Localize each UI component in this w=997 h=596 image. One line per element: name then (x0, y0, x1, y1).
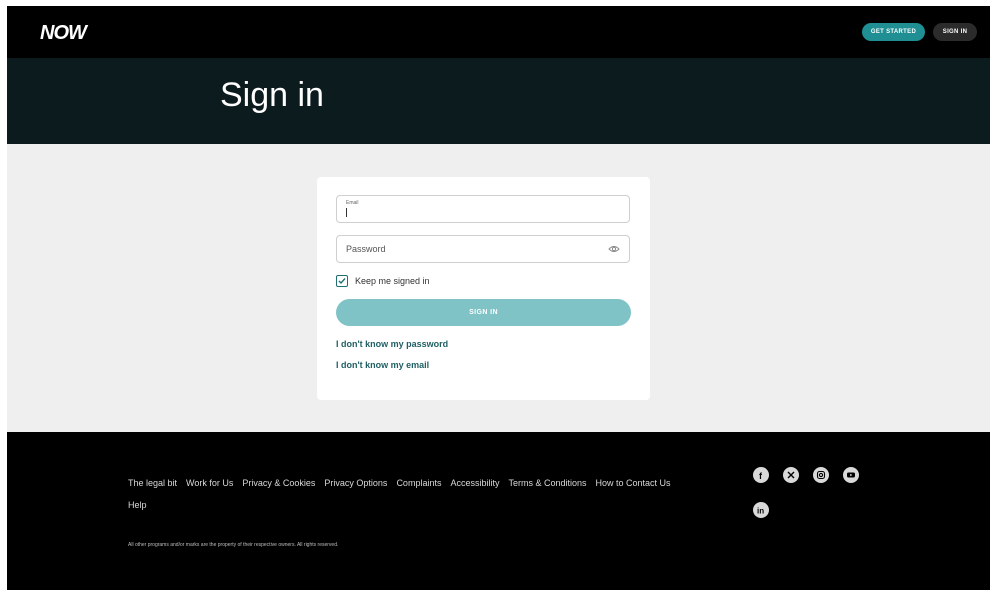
footer-link-terms[interactable]: Terms & Conditions (508, 478, 586, 488)
forgot-password-link[interactable]: I don't know my password (336, 339, 448, 349)
linkedin-icon[interactable]: in (753, 502, 769, 518)
x-icon[interactable] (783, 467, 799, 483)
password-placeholder: Password (346, 244, 386, 254)
sign-in-button[interactable]: SIGN IN (336, 299, 631, 326)
password-field[interactable]: Password (336, 235, 630, 263)
svg-text:f: f (759, 471, 763, 480)
sign-in-nav-button[interactable]: SIGN IN (933, 23, 977, 41)
footer-link-complaints[interactable]: Complaints (396, 478, 441, 488)
footer-link-privacy-options[interactable]: Privacy Options (324, 478, 387, 488)
now-logo[interactable]: NOW (40, 20, 100, 44)
footer-link-help[interactable]: Help (128, 500, 147, 510)
sign-in-card: Email Password Keep me signed in SIGN IN… (317, 177, 650, 400)
footer-links: The legal bit Work for Us Privacy & Cookie… (128, 472, 748, 516)
youtube-icon[interactable] (843, 467, 859, 483)
svg-text:NOW: NOW (40, 22, 89, 44)
forgot-email-link[interactable]: I don't know my email (336, 360, 429, 370)
get-started-button[interactable]: GET STARTED (862, 23, 925, 41)
keep-signed-in-label: Keep me signed in (355, 276, 430, 286)
svg-text:in: in (757, 507, 764, 516)
checkmark-icon (338, 278, 346, 285)
page: NOW GET STARTED SIGN IN Sign in Email Pa… (7, 6, 990, 590)
page-title: Sign in (220, 76, 324, 114)
footer-link-contact[interactable]: How to Contact Us (596, 478, 671, 488)
main-content: Email Password Keep me signed in SIGN IN… (7, 144, 990, 432)
instagram-icon[interactable] (813, 467, 829, 483)
eye-icon[interactable] (608, 244, 620, 254)
email-label: Email (346, 200, 359, 206)
facebook-icon[interactable]: f (753, 467, 769, 483)
footer-link-work[interactable]: Work for Us (186, 478, 233, 488)
email-field[interactable]: Email (336, 195, 630, 223)
copyright-text: All other programs and/or marks are the … (128, 542, 339, 548)
keep-signed-in-checkbox[interactable] (336, 275, 348, 287)
text-caret (346, 208, 347, 217)
top-nav: NOW GET STARTED SIGN IN (7, 6, 990, 58)
footer-link-accessibility[interactable]: Accessibility (450, 478, 499, 488)
hero-banner: Sign in (7, 58, 990, 144)
email-input[interactable] (348, 207, 618, 219)
footer-link-privacy-cookies[interactable]: Privacy & Cookies (242, 478, 315, 488)
footer: The legal bit Work for Us Privacy & Cookie… (7, 432, 990, 590)
footer-link-legal[interactable]: The legal bit (128, 478, 177, 488)
